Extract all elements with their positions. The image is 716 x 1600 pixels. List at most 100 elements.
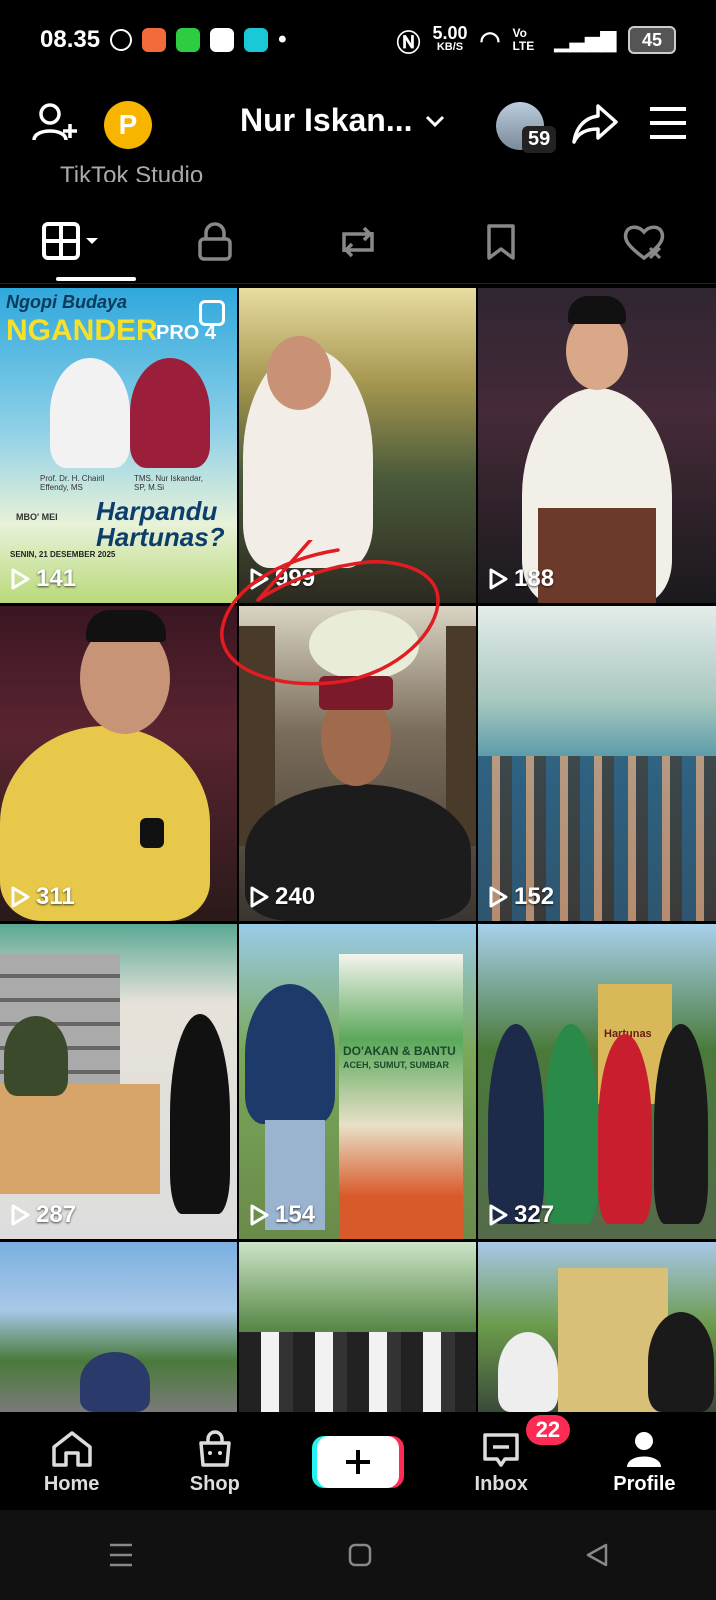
repost-icon (342, 226, 374, 257)
play-icon (489, 1204, 508, 1226)
video-person-sarong (538, 508, 656, 603)
poster-date: SENIN, 21 DESEMBER 2025 (10, 550, 116, 559)
app-icon (176, 28, 201, 52)
poster-headline: NGANDER (6, 314, 158, 347)
video-person-cap (568, 296, 626, 324)
video-thumbnail[interactable]: 999 (239, 288, 476, 603)
video-thumbnail[interactable]: 240 (239, 606, 476, 921)
poster-person-right (130, 358, 210, 468)
inbox-badge: 22 (525, 1414, 571, 1445)
home-button-icon[interactable] (347, 1542, 373, 1568)
video-thumbnail[interactable]: Hartunas 327 (478, 924, 716, 1239)
view-count: 327 (488, 1201, 554, 1229)
battery-indicator: 45 (628, 26, 676, 54)
video-person (245, 984, 335, 1124)
play-icon (489, 886, 508, 908)
nav-inbox[interactable]: 22 Inbox (430, 1414, 573, 1496)
video-thumbnail[interactable] (239, 1242, 476, 1412)
video-thumbnail[interactable]: 311 (0, 606, 237, 921)
flower-decoration (309, 610, 419, 680)
profile-name: Nur Iskan... (240, 102, 413, 138)
back-icon[interactable] (584, 1541, 610, 1569)
cart-icon (244, 28, 269, 52)
wifi-icon: ◠ (479, 26, 501, 54)
video-person-head (267, 336, 331, 410)
poster-top-title: Ngopi Budaya (6, 292, 128, 312)
play-icon (250, 886, 269, 908)
share-icon[interactable] (570, 98, 620, 153)
profile-icon (627, 1431, 662, 1467)
video-person (4, 1016, 68, 1096)
multi-photo-icon (199, 300, 225, 326)
system-navigation (0, 1510, 716, 1600)
view-count: 141 (10, 565, 76, 593)
poster-person-left-name: Prof. Dr. H. Chairil Effendy, MS (40, 474, 105, 492)
video-thumbnail[interactable]: 152 (478, 606, 716, 921)
video-person (544, 1024, 598, 1224)
play-icon (489, 568, 508, 590)
video-person (498, 1332, 558, 1412)
shop-bag-icon (199, 1429, 231, 1467)
coins-button[interactable]: P (104, 101, 152, 149)
nav-profile[interactable]: Profile (573, 1429, 716, 1496)
status-bar: 08.35 • Ⓝ 5.00 KB/S ◠ Vo LTE ▁▃▅▇ 45 (0, 0, 716, 80)
view-count: 240 (249, 883, 315, 911)
recent-apps-icon[interactable] (106, 1541, 136, 1569)
video-person (170, 1014, 230, 1214)
video-person (80, 1352, 150, 1412)
friends-avatar[interactable]: 59 (496, 101, 557, 153)
banner-subtext: ACEH, SUMUT, SUMBAR (343, 1060, 450, 1070)
play-icon (11, 886, 30, 908)
play-icon (11, 568, 30, 590)
nav-profile-label: Profile (613, 1472, 676, 1495)
view-count: 999 (249, 565, 315, 593)
menu-icon[interactable] (646, 101, 690, 150)
view-count: 311 (10, 883, 75, 911)
video-thumbnail[interactable]: 188 (478, 288, 716, 603)
create-button[interactable] (317, 1436, 399, 1488)
heart-icon (624, 225, 665, 260)
tab-private[interactable] (143, 200, 286, 283)
nav-home[interactable]: Home (0, 1429, 143, 1496)
profile-tabs (0, 200, 716, 284)
view-count: 287 (10, 1201, 76, 1229)
video-thumbnail[interactable] (0, 1242, 237, 1412)
lock-icon (198, 221, 232, 261)
add-friend-icon[interactable] (30, 98, 80, 153)
video-thumbnail[interactable] (478, 1242, 716, 1412)
poster-host: MBO' MEI (16, 512, 58, 522)
video-person (488, 1024, 544, 1224)
poster-bottom-title: Harpandu Hartunas? (96, 496, 225, 552)
nfc-icon: Ⓝ (396, 29, 421, 57)
video-person (654, 1024, 708, 1224)
nav-create[interactable] (286, 1436, 429, 1488)
poster-person-right-name: TMS. Nur Iskandar, SP, M.Si (134, 474, 203, 492)
clock: 08.35 (40, 26, 101, 53)
video-thumbnail[interactable]: 287 (0, 924, 237, 1239)
chevron-down-icon (425, 115, 444, 127)
tab-videos[interactable] (0, 200, 143, 283)
inbox-icon (483, 1432, 519, 1467)
donation-banner (339, 954, 463, 1239)
counter (0, 1084, 160, 1194)
video-thumbnail[interactable]: Ngopi Budaya NGANDER PRO 4 Prof. Dr. H. … (0, 288, 237, 603)
video-thumbnail[interactable]: DO'AKAN & BANTU ACEH, SUMUT, SUMBAR 154 (239, 924, 476, 1239)
view-count: 154 (249, 1201, 315, 1229)
bookmark-icon (487, 223, 515, 260)
nav-home-label: Home (43, 1472, 100, 1495)
tiktok-studio-link[interactable]: TikTok Studio (60, 162, 203, 182)
play-icon (250, 1204, 269, 1226)
youtube-icon (210, 28, 235, 52)
nav-shop-label: Shop (189, 1472, 240, 1495)
view-count: 152 (488, 883, 554, 911)
tab-reposts[interactable] (286, 200, 429, 283)
nav-shop[interactable]: Shop (143, 1429, 286, 1496)
account-switcher[interactable]: Nur Iskan... (240, 102, 447, 139)
banner-text: DO'AKAN & BANTU (343, 1044, 456, 1058)
play-icon (11, 1204, 30, 1226)
tab-liked[interactable] (573, 200, 716, 283)
nav-inbox-label: Inbox (474, 1472, 528, 1495)
view-count: 188 (488, 565, 554, 593)
tab-favorites[interactable] (430, 200, 573, 283)
video-person-cap (86, 610, 166, 642)
